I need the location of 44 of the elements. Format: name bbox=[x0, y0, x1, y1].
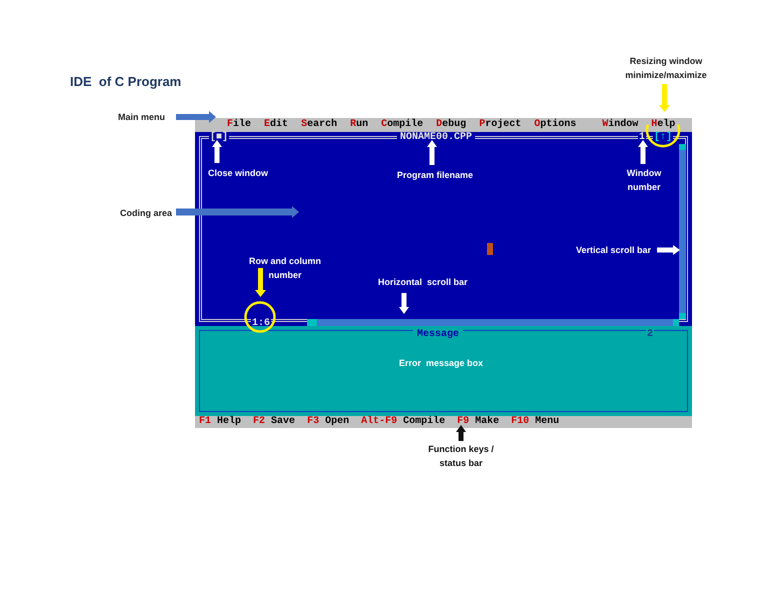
arrow-icon bbox=[456, 425, 466, 441]
message-title: Message bbox=[413, 329, 464, 341]
menu-item[interactable]: File bbox=[227, 118, 252, 132]
annotation-label: Error message box bbox=[399, 357, 484, 370]
function-key[interactable]: F1 Help bbox=[199, 416, 242, 428]
menu-item[interactable]: Options bbox=[534, 118, 576, 132]
annotation-label: Vertical scroll bar bbox=[576, 244, 652, 257]
menu-item[interactable]: Debug bbox=[436, 118, 466, 132]
annotation-label: Function keys / status bar bbox=[427, 443, 495, 470]
menu-item[interactable]: Edit bbox=[264, 118, 288, 132]
annotation-label: Horizontal scroll bar bbox=[378, 276, 468, 289]
annotation-label: Coding area bbox=[120, 207, 172, 220]
highlight-circle bbox=[243, 301, 277, 333]
annotation-label: Window number bbox=[626, 167, 662, 194]
page-title: IDE of C Program bbox=[70, 74, 182, 90]
annotation-label: Program filename bbox=[397, 169, 474, 182]
annotation-label: Resizing window minimize/maximize bbox=[624, 55, 708, 82]
menu-item[interactable]: Compile bbox=[381, 118, 424, 132]
menu-item[interactable]: Search bbox=[301, 118, 338, 132]
function-key[interactable]: F3 Open bbox=[307, 416, 350, 428]
function-key[interactable]: Alt-F9 Compile bbox=[361, 416, 446, 428]
arrow-icon bbox=[212, 140, 222, 163]
arrow-icon bbox=[176, 206, 299, 218]
arrow-icon bbox=[427, 140, 437, 165]
annotation-label: Main menu bbox=[118, 111, 166, 124]
function-key[interactable]: F9 Make bbox=[457, 416, 500, 428]
text-cursor bbox=[487, 243, 493, 255]
resize-button[interactable]: [↑] bbox=[653, 132, 674, 144]
arrow-icon bbox=[658, 84, 670, 112]
menu-item[interactable]: Help bbox=[651, 118, 676, 132]
close-button[interactable]: [■] bbox=[209, 132, 230, 144]
arrow-icon bbox=[254, 268, 266, 297]
menu-item[interactable]: Project bbox=[479, 118, 522, 132]
arrow-icon bbox=[399, 293, 409, 314]
function-key[interactable]: F10 Menu bbox=[511, 416, 560, 428]
arrow-icon bbox=[657, 245, 680, 255]
annotation-label: Close window bbox=[208, 167, 268, 180]
menu-item[interactable]: Window bbox=[602, 118, 638, 132]
arrow-icon bbox=[638, 140, 648, 164]
function-key[interactable]: F2 Save bbox=[253, 416, 296, 428]
menu-item[interactable]: Run bbox=[350, 118, 368, 132]
arrow-icon bbox=[176, 111, 216, 123]
vertical-scroll-bar[interactable] bbox=[679, 144, 686, 319]
annotation-label: Row and column number bbox=[248, 255, 322, 282]
